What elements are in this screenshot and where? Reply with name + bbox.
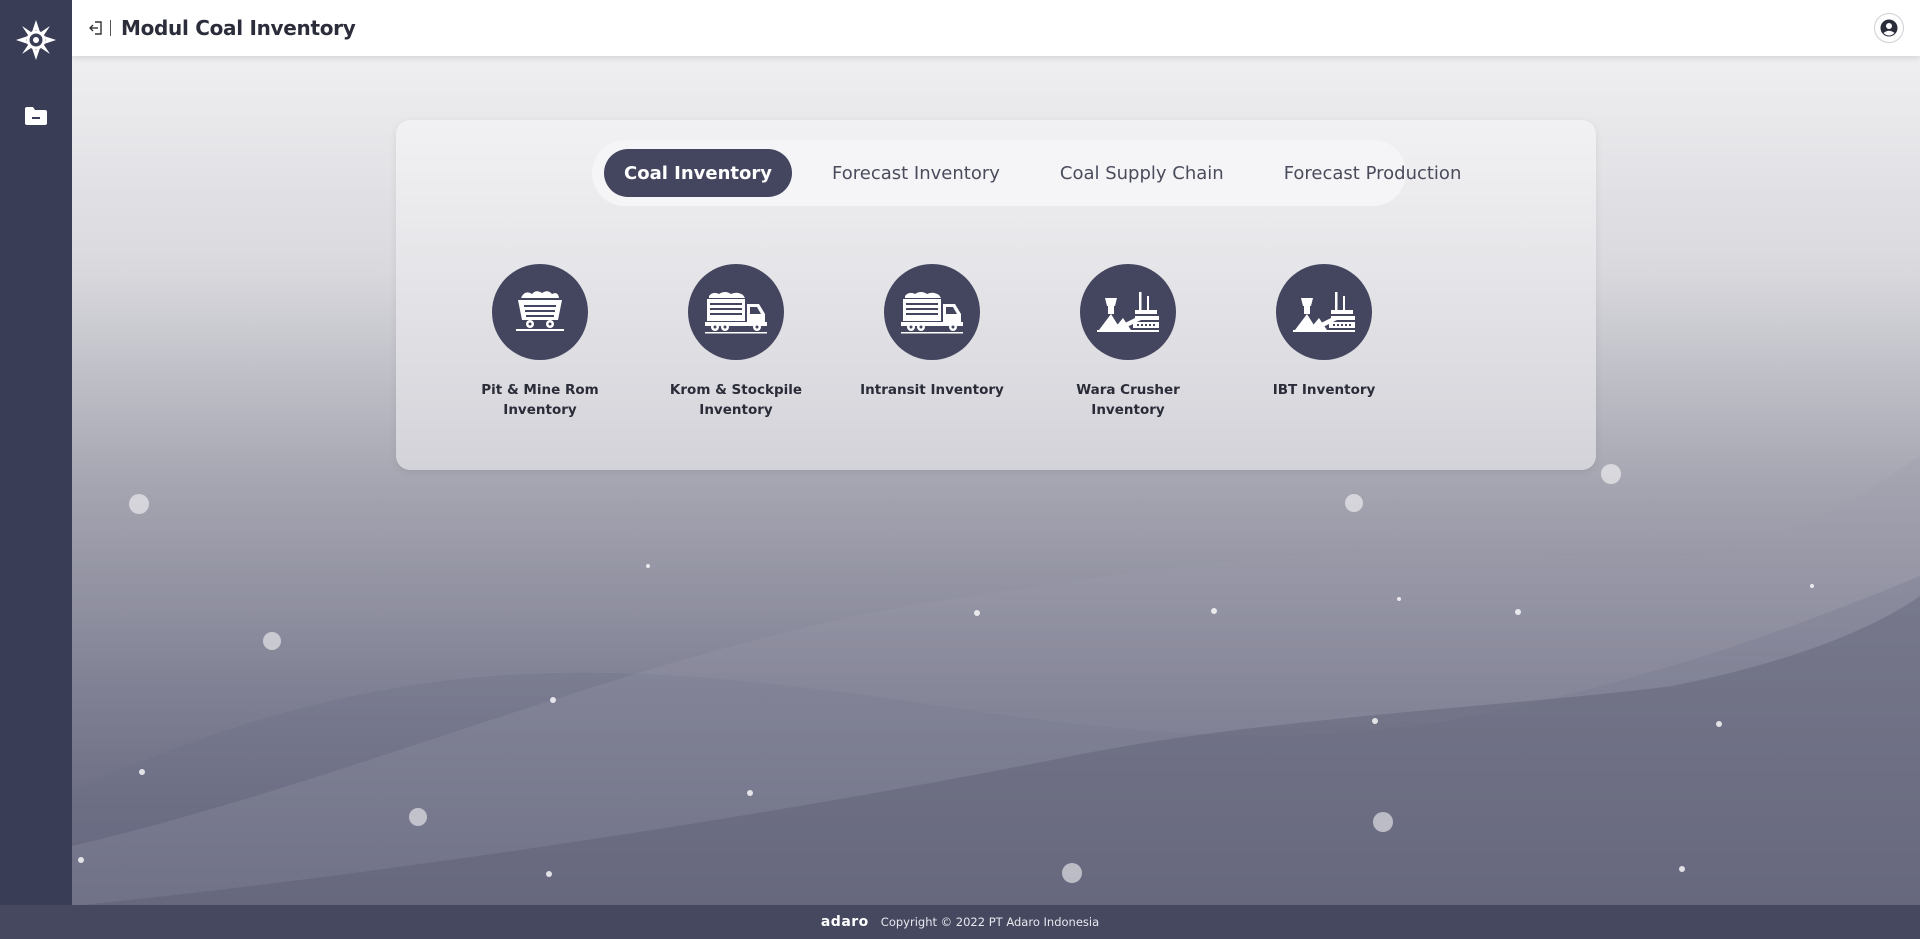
- module-icon-circle[interactable]: [688, 264, 784, 360]
- footer: adaro Copyright © 2022 PT Adaro Indonesi…: [0, 905, 1920, 939]
- dump-truck-icon: [901, 292, 963, 334]
- module-label: IBT Inventory: [1272, 382, 1376, 398]
- page-title: Modul Coal Inventory: [121, 16, 356, 40]
- tab-forecast-production[interactable]: Forecast Production: [1264, 149, 1482, 197]
- module-icon-circle[interactable]: [884, 264, 980, 360]
- folder-icon[interactable]: [24, 106, 48, 126]
- tab-forecast-inventory[interactable]: Forecast Inventory: [812, 149, 1020, 197]
- crusher-plant-icon: [1097, 292, 1159, 332]
- sidebar: [0, 0, 72, 905]
- tab-coal-supply-chain[interactable]: Coal Supply Chain: [1040, 149, 1244, 197]
- module-label: Wara Crusher Inventory: [1076, 382, 1180, 418]
- main-content: Coal Inventory Forecast Inventory Coal S…: [72, 56, 1920, 905]
- module-card: Coal Inventory Forecast Inventory Coal S…: [396, 120, 1596, 470]
- dump-truck-icon: [705, 292, 767, 334]
- module-label: Intransit Inventory: [860, 382, 1004, 398]
- copyright-text: Copyright © 2022 PT Adaro Indonesia: [880, 915, 1100, 929]
- module-tabs: Coal Inventory Forecast Inventory Coal S…: [592, 140, 1461, 206]
- mine-cart-icon: [516, 291, 564, 331]
- adaro-logo: adaro: [820, 914, 869, 930]
- user-profile-icon[interactable]: [1874, 13, 1904, 43]
- module-pit-mine-rom-inventory[interactable]: Pit & Mine Rom Inventory: [442, 264, 638, 420]
- module-ibt-inventory[interactable]: IBT Inventory: [1226, 264, 1422, 420]
- module-intransit-inventory[interactable]: Intransit Inventory: [834, 264, 1030, 420]
- module-wara-crusher-inventory[interactable]: Wara Crusher Inventory: [1030, 264, 1226, 420]
- tab-coal-inventory[interactable]: Coal Inventory: [604, 149, 793, 197]
- module-list: Pit & Mine Rom Inventory Krom & Stockpil…: [442, 264, 1422, 420]
- app-logo[interactable]: [14, 18, 58, 62]
- module-krom-stockpile-inventory[interactable]: Krom & Stockpile Inventory: [638, 264, 834, 420]
- module-label: Pit & Mine Rom Inventory: [481, 382, 599, 418]
- module-icon-circle[interactable]: [1276, 264, 1372, 360]
- crusher-plant-icon: [1293, 292, 1355, 332]
- top-header: Modul Coal Inventory: [72, 0, 1920, 56]
- module-label: Krom & Stockpile Inventory: [669, 382, 803, 418]
- module-icon-circle[interactable]: [1080, 264, 1176, 360]
- module-icon-circle[interactable]: [492, 264, 588, 360]
- logout-icon[interactable]: [88, 20, 104, 36]
- header-divider: [110, 20, 111, 36]
